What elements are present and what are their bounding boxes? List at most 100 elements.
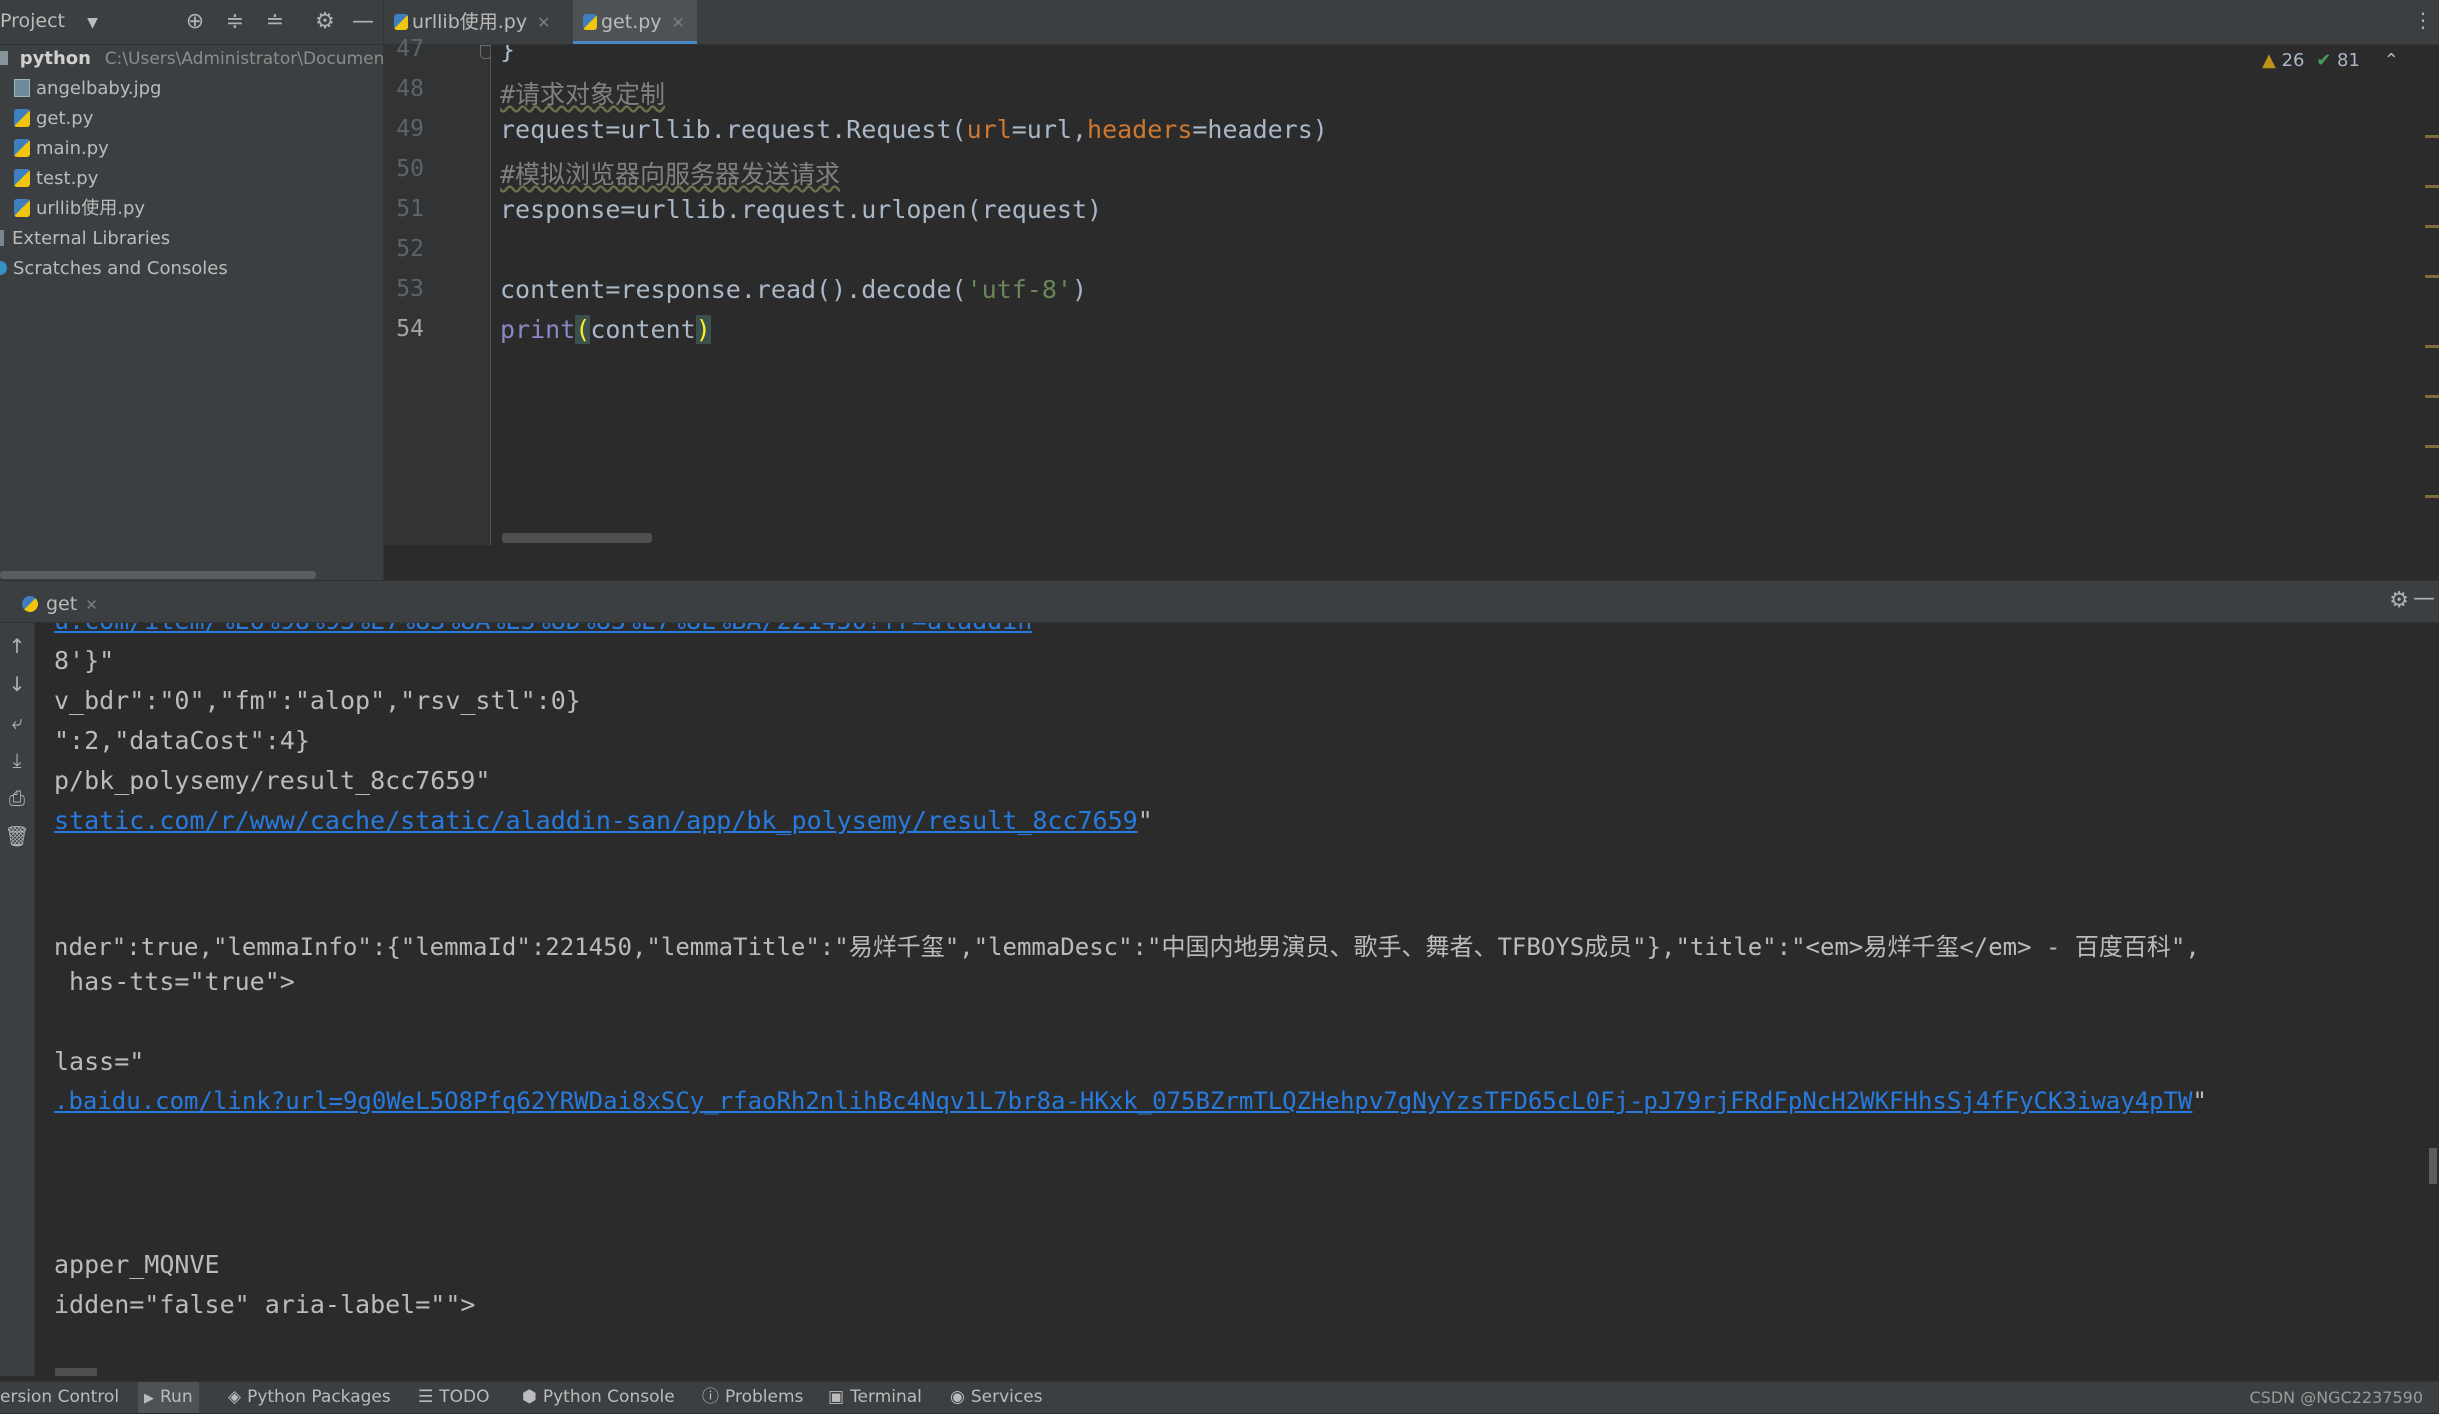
info-icon: ⓘ [702,1387,719,1407]
tab-label: urllib使用.py [412,11,528,33]
version-control-tool[interactable]: ersion Control [0,1382,119,1413]
tree-item-external-libraries[interactable]: External Libraries [0,224,170,254]
close-icon[interactable]: ✕ [85,596,98,614]
scroll-marker [2425,225,2439,228]
hide-panel-icon[interactable]: — [348,7,378,37]
collapse-all-icon[interactable]: ≐ [260,7,290,37]
tree-item-scratches[interactable]: Scratches and Consoles [0,254,228,284]
arrow-down-icon[interactable]: ↓ [4,671,30,697]
code-line-51: response=urllib.request.urlopen(request) [500,195,1103,224]
run-tool[interactable]: ▶ Run [138,1382,199,1413]
console-line: nder":true,"lemmaInfo":{"lemmaId":221450… [54,933,2200,961]
print-icon[interactable]: ⎙ [4,785,30,811]
console-line: u.com/item/%E6%98%93%E7%83%8A%E5%8D%83%E… [54,623,1032,635]
inspection-widget[interactable]: ▲ 26 ✔ 81 ⌃ ⌄ [2262,50,2436,71]
soft-wrap-icon[interactable]: ⤶ [4,709,30,735]
console-horizontal-scrollbar[interactable] [55,1368,97,1376]
services-tool[interactable]: ◉ Services [950,1382,1043,1413]
terminal-tool[interactable]: ▣ Terminal [828,1382,922,1413]
project-title: Project [0,10,66,32]
console-line: has-tts="true"> [54,967,295,996]
python-file-icon [22,596,38,612]
gear-icon[interactable]: ⚙ [310,7,340,37]
tab-label: get.py [601,11,662,33]
console-line: p/bk_polysemy/result_8cc7659" [54,766,491,795]
console-link[interactable]: .baidu.com/link?url=9g0WeL5O8Pfq62YRWDai… [54,1087,2192,1115]
editor-tab-bar: urllib使用.py ✕ get.py ✕ ⋮ [384,0,2439,45]
tree-item-get-py[interactable]: get.py [14,104,93,134]
code-token: ) [1071,275,1088,304]
project-view-selector[interactable]: Project ▼ [0,10,98,32]
root-folder-path: C:\Users\Administrator\Documents [104,49,400,69]
folder-icon [0,51,8,65]
chevron-up-icon[interactable]: ⌃ [2384,50,2399,71]
hide-panel-icon[interactable]: — [2413,586,2435,611]
tree-item-main-py[interactable]: main.py [14,134,109,164]
scroll-marker [2425,275,2439,278]
close-icon[interactable]: ✕ [672,13,685,32]
tool-label: Run [160,1387,193,1407]
more-tabs-icon[interactable]: ⋮ [2413,8,2433,32]
scratches-label: Scratches and Consoles [13,258,228,279]
run-side-toolbar: ↑ ↓ ⤶ ⤓ ⎙ 🗑 [0,623,35,1376]
code-paren: ) [695,315,711,344]
line-number-current: 54 [396,316,424,342]
python-packages-tool[interactable]: ◈ Python Packages [228,1382,391,1413]
code-paren: ( [575,315,591,344]
tool-label: Problems [725,1387,804,1407]
arrow-up-icon[interactable]: ↑ [4,633,30,659]
scroll-to-end-icon[interactable]: ⤓ [4,747,30,773]
tree-item-urllib-py[interactable]: urllib使用.py [14,194,145,224]
console-line: .baidu.com/link?url=9g0WeL5O8Pfq62YRWDai… [54,1087,2207,1115]
terminal-icon: ▣ [828,1387,845,1407]
scroll-marker [2425,395,2439,398]
tool-label: ersion Control [0,1387,120,1407]
python-file-icon [14,139,30,157]
expand-all-icon[interactable]: ≑ [220,7,250,37]
project-toolbar: Project ▼ ⊕ ≑ ≐ ⚙ — [0,0,383,45]
code-line-54: print(content) [500,315,711,344]
code-keyword-arg: headers [1087,115,1193,144]
console-line: lass=" [54,1047,145,1076]
code-line-50: #模拟浏览器向服务器发送请求 [500,155,840,191]
problems-tool[interactable]: ⓘ Problems [702,1382,803,1413]
editor-horizontal-scrollbar[interactable] [502,533,652,543]
line-number: 50 [396,156,424,182]
file-label: get.py [36,108,94,129]
watermark-text: CSDN @NGC2237590 [2249,1388,2424,1407]
gear-icon[interactable]: ⚙ [2389,588,2409,613]
tree-item-test-py[interactable]: test.py [14,164,98,194]
services-icon: ◉ [950,1387,965,1407]
code-editor[interactable]: } #请求对象定制 request=urllib.request.Request… [491,45,2421,545]
console-vertical-scrollbar[interactable] [2429,1148,2437,1184]
tree-item-angelbaby[interactable]: angelbaby.jpg [14,74,161,104]
list-icon: ☰ [418,1387,434,1407]
tool-label: Python Console [542,1387,675,1407]
python-console-tool[interactable]: ⬢ Python Console [522,1382,675,1413]
image-file-icon [14,79,30,97]
console-line: static.com/r/www/cache/static/aladdin-sa… [54,806,1153,835]
root-folder-name: python [19,48,91,69]
chevron-down-icon: ▼ [87,15,98,31]
console-line: ":2,"dataCost":4} [54,726,310,755]
console-link[interactable]: static.com/r/www/cache/static/aladdin-sa… [54,806,1138,835]
trash-icon[interactable]: 🗑 [4,823,30,849]
run-tab-get[interactable]: get ✕ [22,590,98,618]
python-file-icon [583,14,597,30]
warning-count: 26 [2281,50,2305,71]
close-icon[interactable]: ✕ [537,13,550,32]
editor-vertical-scrollbar[interactable] [2421,45,2439,545]
file-label: angelbaby.jpg [36,78,162,99]
python-file-icon [14,199,30,217]
console-link[interactable]: u.com/item/%E6%98%93%E7%83%8A%E5%8D%83%E… [54,623,1032,635]
tree-root-python[interactable]: python C:\Users\Administrator\Documents [0,44,400,74]
line-number: 47 [396,36,424,62]
run-console-output[interactable]: u.com/item/%E6%98%93%E7%83%8A%E5%8D%83%E… [35,623,2439,1376]
code-line-49: request=urllib.request.Request(url=url,h… [500,115,1328,144]
locate-icon[interactable]: ⊕ [180,7,210,37]
todo-tool[interactable]: ☰ TODO [418,1382,490,1413]
code-token: request=urllib.request.Request( [500,115,967,144]
tool-label: Services [970,1387,1043,1407]
tab-get-py[interactable]: get.py ✕ [573,0,697,44]
project-horizontal-scrollbar[interactable] [0,571,316,579]
